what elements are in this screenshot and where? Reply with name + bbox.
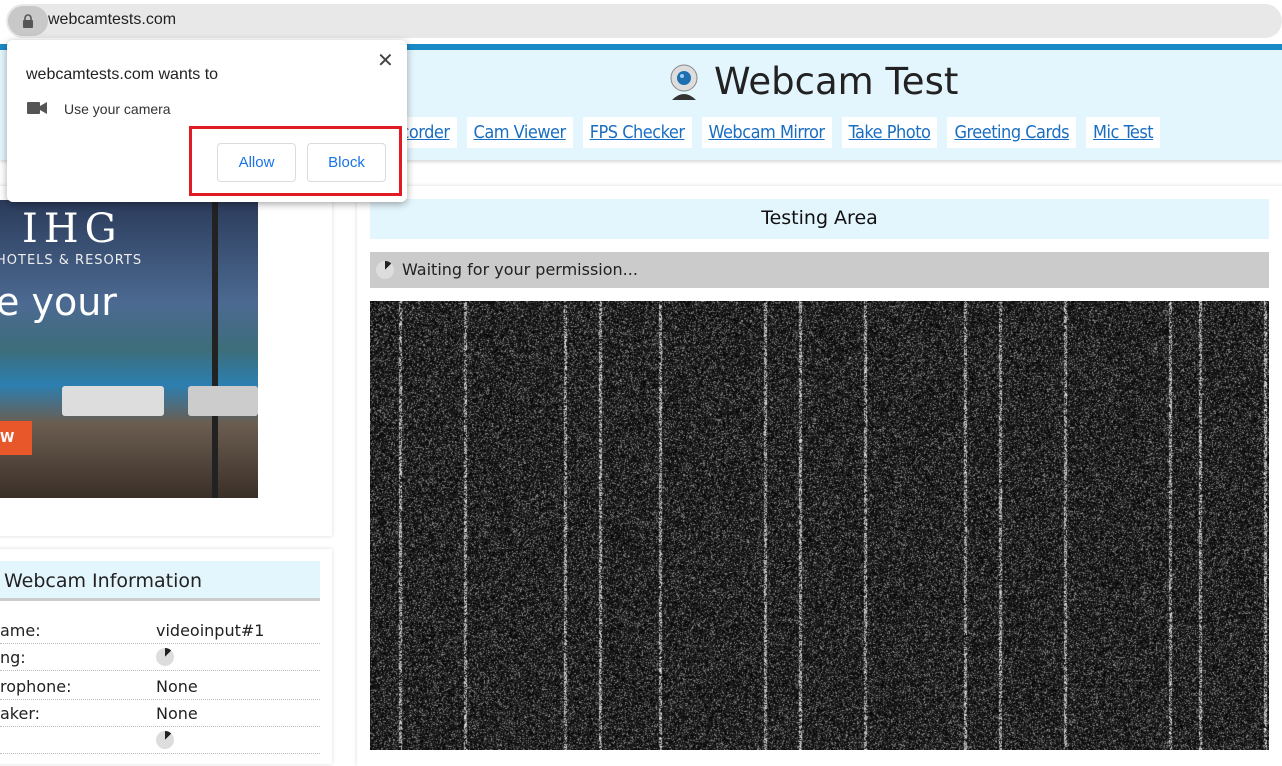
info-value: videoinput#1 — [156, 621, 264, 640]
lock-icon[interactable] — [8, 6, 48, 36]
site-title[interactable]: Webcam Test — [664, 60, 958, 103]
nav-link-take-photo[interactable]: Take Photo — [842, 117, 938, 148]
info-row: rophone: None — [0, 673, 320, 700]
url-text[interactable]: webcamtests.com — [48, 11, 176, 29]
advertisement[interactable]: IHG HOTELS & RESORTS e your W — [0, 200, 258, 498]
info-label: ame: — [0, 621, 41, 640]
info-row — [0, 727, 320, 754]
webcam-info-title: Webcam Information — [0, 561, 320, 601]
video-preview[interactable] — [370, 301, 1269, 750]
permission-text: Use your camera — [64, 101, 171, 117]
info-value: None — [156, 704, 198, 723]
info-label: rophone: — [0, 677, 71, 696]
allow-button[interactable]: Allow — [217, 143, 296, 182]
info-label: aker: — [0, 704, 40, 723]
close-icon[interactable]: ✕ — [377, 48, 394, 73]
nav-link-webcam-mirror[interactable]: Webcam Mirror — [702, 117, 832, 148]
status-text: Waiting for your permission... — [402, 260, 638, 279]
site-title-text: Webcam Test — [714, 60, 958, 103]
loading-spinner-icon — [156, 648, 174, 670]
nav-link-fps-checker[interactable]: FPS Checker — [583, 117, 692, 148]
block-button[interactable]: Block — [307, 143, 386, 182]
ad-image-lounger — [188, 386, 258, 416]
info-label: ng: — [0, 648, 26, 667]
info-row: ng: — [0, 644, 320, 671]
testing-area-title: Testing Area — [370, 199, 1269, 239]
ad-brand: IHG — [22, 206, 123, 252]
site-nav: ecorder Cam Viewer FPS Checker Webcam Mi… — [384, 117, 1160, 148]
ad-headline: e your — [0, 280, 117, 324]
ad-image-frame — [212, 200, 218, 498]
loading-spinner-icon — [376, 261, 394, 279]
url-field[interactable] — [6, 4, 1282, 38]
nav-link-cam-viewer[interactable]: Cam Viewer — [467, 117, 573, 148]
camera-icon — [27, 102, 47, 114]
webcam-icon — [664, 62, 704, 102]
nav-link-mic-test[interactable]: Mic Test — [1086, 117, 1160, 148]
popup-title: webcamtests.com wants to — [26, 66, 218, 84]
nav-link-greeting-cards[interactable]: Greeting Cards — [947, 117, 1076, 148]
ad-subbrand: HOTELS & RESORTS — [0, 253, 142, 268]
info-row: aker: None — [0, 700, 320, 727]
info-row: ame: videoinput#1 — [0, 617, 320, 644]
status-bar: Waiting for your permission... — [370, 252, 1269, 288]
ad-cta-button[interactable]: W — [0, 421, 32, 455]
ad-image-lounger — [62, 386, 164, 416]
address-bar: webcamtests.com — [0, 0, 1282, 44]
info-value: None — [156, 677, 198, 696]
loading-spinner-icon — [156, 731, 174, 753]
